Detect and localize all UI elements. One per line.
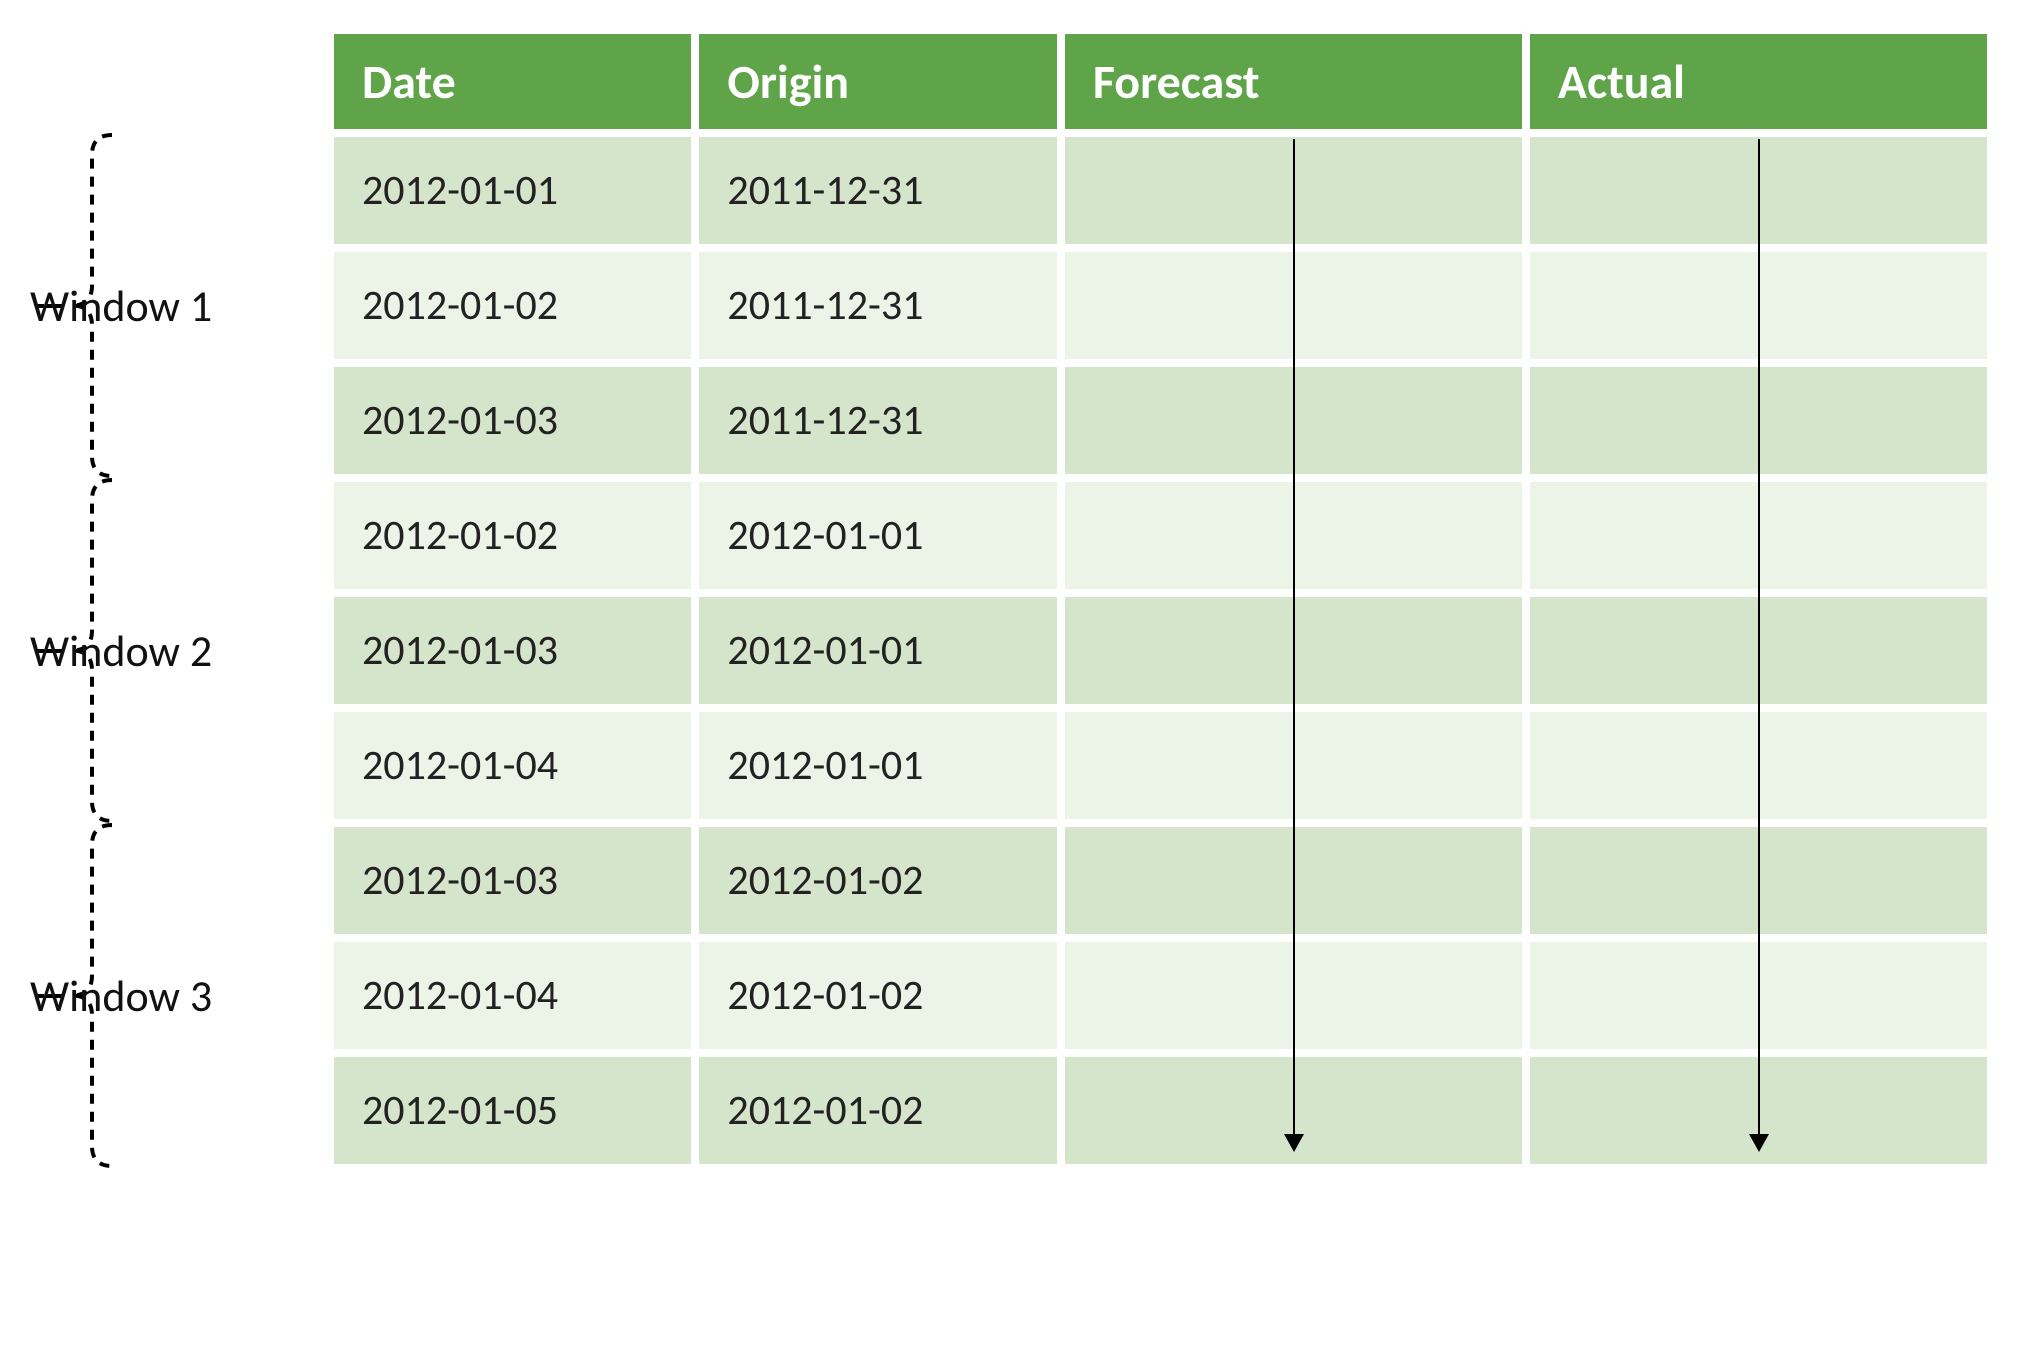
table-row: 2012-01-042012-01-01 — [330, 708, 1991, 823]
cell-date: 2012-01-03 — [330, 363, 695, 478]
cell-origin: 2012-01-02 — [695, 1053, 1060, 1168]
table-column: Date Origin Forecast Actual 2012-01-0120… — [330, 30, 1991, 1168]
cell-date: 2012-01-03 — [330, 593, 695, 708]
cell-origin: 2012-01-01 — [695, 708, 1060, 823]
table-row: 2012-01-052012-01-02 — [330, 1053, 1991, 1168]
table-row: 2012-01-032012-01-02 — [330, 823, 1991, 938]
cell-date: 2012-01-04 — [330, 708, 695, 823]
cell-date: 2012-01-05 — [330, 1053, 695, 1168]
forecast-arrow-icon — [1293, 139, 1295, 1150]
table-row: 2012-01-022011-12-31 — [330, 248, 1991, 363]
cell-date: 2012-01-02 — [330, 478, 695, 593]
table-row: 2012-01-012011-12-31 — [330, 133, 1991, 248]
window-label: Window 3 — [30, 969, 212, 1023]
col-header-forecast: Forecast — [1061, 30, 1526, 133]
header-row: Date Origin Forecast Actual — [330, 30, 1991, 133]
cell-origin: 2012-01-02 — [695, 823, 1060, 938]
cell-origin: 2011-12-31 — [695, 133, 1060, 248]
window-table-diagram: Window 1 Window 2 Window 3 Date Origin For… — [30, 30, 1991, 1168]
table-row: 2012-01-032011-12-31 — [330, 363, 1991, 478]
cell-origin: 2011-12-31 — [695, 248, 1060, 363]
table-row: 2012-01-022012-01-01 — [330, 478, 1991, 593]
cell-origin: 2011-12-31 — [695, 363, 1060, 478]
cell-origin: 2012-01-01 — [695, 593, 1060, 708]
window-label: Window 1 — [30, 279, 212, 333]
table-row: 2012-01-042012-01-02 — [330, 938, 1991, 1053]
cell-date: 2012-01-02 — [330, 248, 695, 363]
cell-date: 2012-01-04 — [330, 938, 695, 1053]
window-group: Window 3 — [30, 823, 330, 1168]
cell-date: 2012-01-01 — [330, 133, 695, 248]
cell-origin: 2012-01-01 — [695, 478, 1060, 593]
window-group: Window 2 — [30, 478, 330, 823]
window-label: Window 2 — [30, 624, 212, 678]
cell-origin: 2012-01-02 — [695, 938, 1060, 1053]
col-header-actual: Actual — [1526, 30, 1991, 133]
col-header-date: Date — [330, 30, 695, 133]
data-table: Date Origin Forecast Actual 2012-01-0120… — [330, 30, 1991, 1168]
cell-date: 2012-01-03 — [330, 823, 695, 938]
col-header-origin: Origin — [695, 30, 1060, 133]
actual-arrow-icon — [1758, 139, 1760, 1150]
window-group: Window 1 — [30, 133, 330, 478]
table-row: 2012-01-032012-01-01 — [330, 593, 1991, 708]
